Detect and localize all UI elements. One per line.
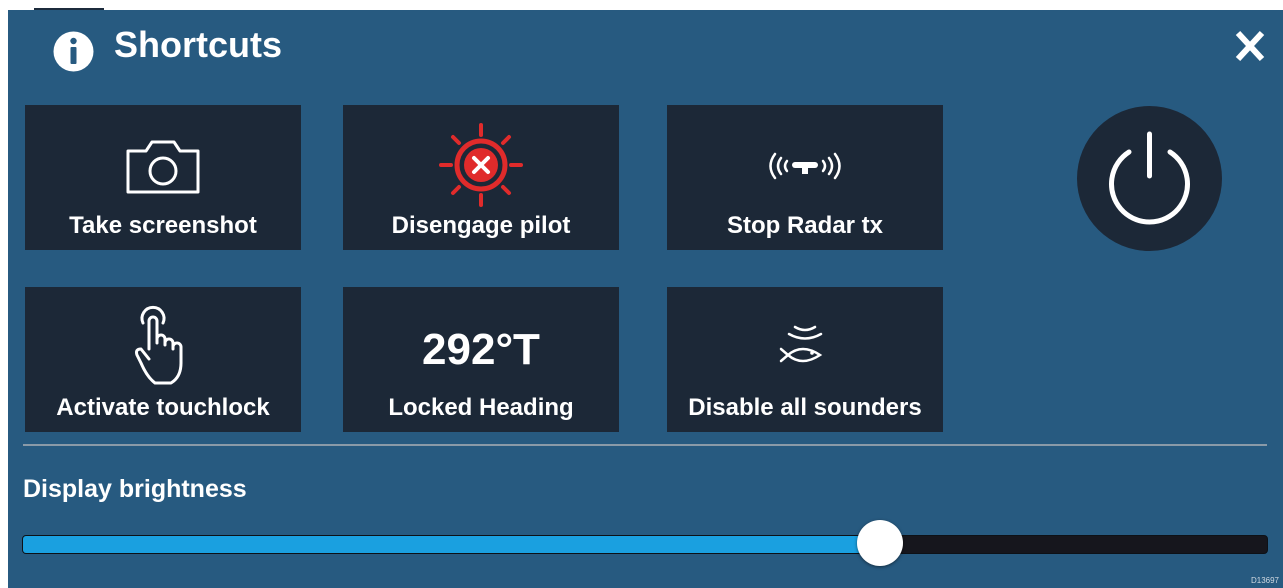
activate-touchlock-button[interactable]: Activate touchlock <box>25 287 301 432</box>
display-brightness-label: Display brightness <box>23 475 247 503</box>
disengage-pilot-button[interactable]: Disengage pilot <box>343 105 619 250</box>
take-screenshot-button[interactable]: Take screenshot <box>25 105 301 250</box>
reference-code: D13697 <box>1250 576 1279 585</box>
close-icon <box>1235 30 1265 62</box>
panel-title: Shortcuts <box>114 24 283 65</box>
disengage-pilot-icon <box>439 123 523 207</box>
take-screenshot-label: Take screenshot <box>69 212 257 239</box>
touch-hand-icon <box>135 305 183 385</box>
brightness-slider-fill <box>23 536 882 553</box>
locked-heading-button[interactable]: 292°T Locked Heading <box>343 287 619 432</box>
disable-all-sounders-label: Disable all sounders <box>688 394 922 421</box>
close-button[interactable] <box>1230 26 1270 66</box>
sounder-fish-icon <box>779 325 823 363</box>
locked-heading-value: 292°T <box>422 325 540 374</box>
disengage-pilot-label: Disengage pilot <box>391 212 571 239</box>
section-divider <box>23 444 1267 446</box>
power-icon <box>1109 131 1190 225</box>
activate-touchlock-label: Activate touchlock <box>56 394 270 421</box>
stop-radar-tx-button[interactable]: Stop Radar tx <box>667 105 943 250</box>
brightness-slider-track[interactable] <box>22 535 1268 554</box>
stop-radar-tx-label: Stop Radar tx <box>726 212 884 239</box>
shortcuts-panel: Shortcuts Take screenshot Disengage pilo… <box>8 10 1283 588</box>
power-button[interactable] <box>1077 106 1222 251</box>
radar-icon <box>769 152 841 180</box>
disable-all-sounders-button[interactable]: Disable all sounders <box>667 287 943 432</box>
locked-heading-label: Locked Heading <box>388 394 574 421</box>
camera-icon <box>126 140 200 194</box>
info-icon <box>53 31 94 72</box>
brightness-slider-thumb[interactable] <box>857 520 904 566</box>
